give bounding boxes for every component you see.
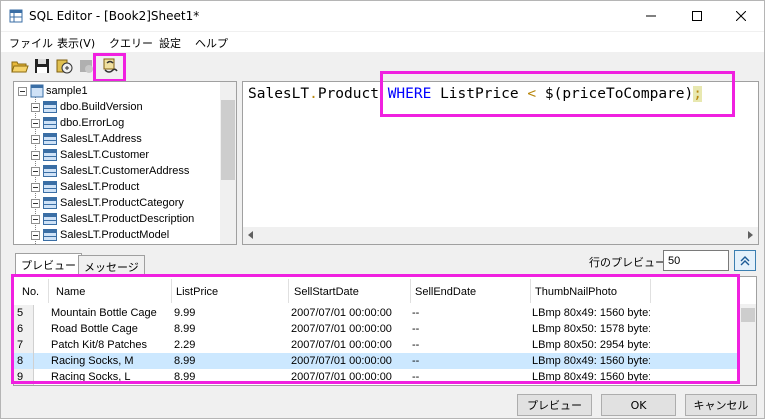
sql-table: Product <box>317 86 379 102</box>
open-folder-icon[interactable] <box>11 57 29 75</box>
tree-item-label: SalesLT.CustomerAddress <box>60 165 190 177</box>
tree-item-label: SalesLT.Address <box>60 133 142 145</box>
minimize-button[interactable] <box>628 1 674 31</box>
table-icon <box>43 229 57 241</box>
close-icon <box>736 11 746 21</box>
tab-messages[interactable]: メッセージ <box>78 255 145 275</box>
tree-item-label: SalesLT.ProductDescription <box>60 213 195 225</box>
menu-view[interactable]: 表示(V) <box>57 35 95 51</box>
tree-item-label: SalesLT.Product <box>60 181 140 193</box>
expand-icon[interactable] <box>31 183 40 192</box>
table-icon <box>43 117 57 129</box>
database-icon <box>30 84 44 98</box>
minimize-icon <box>646 15 656 17</box>
sql-highlight-box <box>380 71 735 117</box>
collapse-icon[interactable] <box>18 87 27 96</box>
tree-item-label: SalesLT.ProductModel <box>60 229 170 241</box>
preview-button[interactable]: プレビュー <box>517 394 592 416</box>
expand-icon[interactable] <box>31 151 40 160</box>
expand-icon[interactable] <box>31 135 40 144</box>
expand-icon[interactable] <box>31 231 40 240</box>
tree-item-label: SalesLT.Customer <box>60 149 150 161</box>
preview-rows-label: 行のプレビュー: <box>589 256 670 269</box>
scroll-left-icon[interactable] <box>248 231 253 239</box>
table-icon <box>43 213 57 225</box>
run-query-icon[interactable] <box>55 57 73 75</box>
table-icon <box>43 133 57 145</box>
menu-query[interactable]: クエリー <box>109 35 153 51</box>
toolbar-highlight-box <box>93 53 126 82</box>
maximize-icon <box>692 11 702 21</box>
preview-rows-input[interactable] <box>663 250 729 271</box>
tab-preview[interactable]: プレビュー <box>15 253 82 275</box>
grid-scrollbar[interactable] <box>740 304 756 385</box>
tree-scroll-thumb[interactable] <box>221 100 235 180</box>
expand-icon[interactable] <box>31 119 40 128</box>
menu-settings[interactable]: 設定 <box>159 35 181 51</box>
sql-editor-window: SQL Editor - [Book2]Sheet1* ファイル 表示(V) ク… <box>0 0 765 419</box>
maximize-button[interactable] <box>674 1 720 31</box>
ok-button[interactable]: OK <box>601 394 676 416</box>
expand-icon[interactable] <box>31 167 40 176</box>
sql-dot: . <box>309 86 318 102</box>
expand-icon[interactable] <box>31 103 40 112</box>
menu-help[interactable]: ヘルプ <box>195 35 228 51</box>
expand-icon[interactable] <box>31 199 40 208</box>
tree-item-label: dbo.ErrorLog <box>60 117 125 129</box>
close-button[interactable] <box>718 1 764 31</box>
menu-bar: ファイル 表示(V) クエリー 設定 ヘルプ <box>1 32 764 52</box>
title-bar: SQL Editor - [Book2]Sheet1* <box>1 1 764 31</box>
menu-file[interactable]: ファイル <box>9 35 53 51</box>
tree-item-label: SalesLT.ProductCategory <box>60 197 184 209</box>
table-icon <box>43 197 57 209</box>
double-chevron-up-icon <box>740 255 750 265</box>
cancel-button[interactable]: キャンセル <box>685 394 757 416</box>
table-icon <box>43 101 57 113</box>
table-tree[interactable]: sample1 dbo.BuildVersion dbo.ErrorLog Sa… <box>13 81 237 245</box>
app-icon <box>9 9 23 23</box>
save-icon[interactable] <box>33 57 51 75</box>
window-title: SQL Editor - [Book2]Sheet1* <box>29 9 200 23</box>
editor-hscrollbar[interactable] <box>243 227 758 244</box>
results-highlight-box <box>11 274 740 384</box>
table-icon <box>43 181 57 193</box>
sql-schema: SalesLT <box>248 86 310 102</box>
collapse-panel-button[interactable] <box>734 250 756 271</box>
table-icon <box>43 165 57 177</box>
table-icon <box>43 149 57 161</box>
tree-root-label: sample1 <box>46 85 88 97</box>
expand-icon[interactable] <box>31 215 40 224</box>
tree-item-label: dbo.BuildVersion <box>60 101 143 113</box>
scroll-right-icon[interactable] <box>748 231 753 239</box>
tree-scrollbar[interactable] <box>220 82 236 244</box>
grid-scroll-thumb[interactable] <box>741 308 755 322</box>
